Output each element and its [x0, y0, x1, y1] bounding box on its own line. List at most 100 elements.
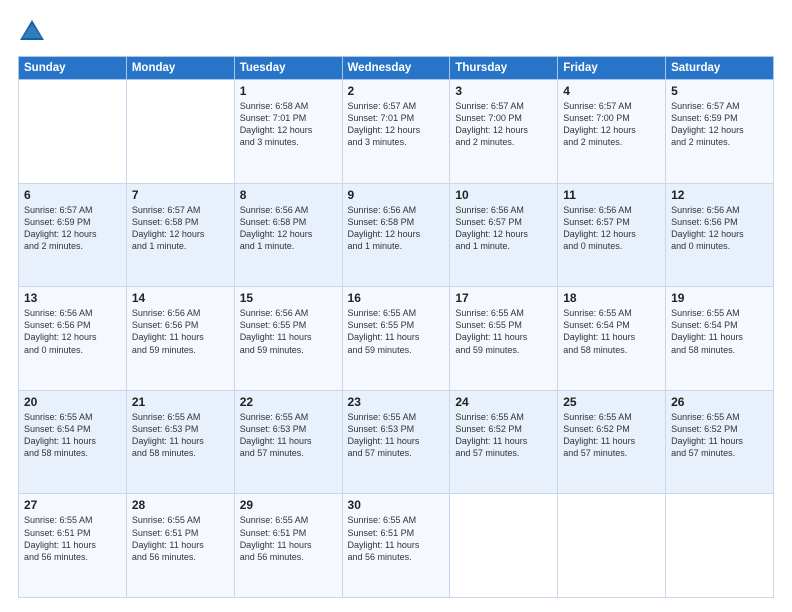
day-number: 16: [348, 291, 445, 305]
calendar-cell: [19, 80, 127, 184]
week-row-2: 6 Sunrise: 6:57 AM Sunset: 6:59 PM Daylig…: [19, 183, 774, 287]
day-info: Sunrise: 6:55 AM Sunset: 6:53 PM Dayligh…: [348, 411, 445, 460]
day-info: Sunrise: 6:56 AM Sunset: 6:58 PM Dayligh…: [240, 204, 337, 253]
weekday-header-sunday: Sunday: [19, 57, 127, 80]
day-info: Sunrise: 6:55 AM Sunset: 6:51 PM Dayligh…: [348, 514, 445, 563]
week-row-3: 13 Sunrise: 6:56 AM Sunset: 6:56 PM Dayli…: [19, 287, 774, 391]
weekday-header-tuesday: Tuesday: [234, 57, 342, 80]
week-row-4: 20Sunrise: 6:55 AM Sunset: 6:54 PM Dayli…: [19, 390, 774, 494]
day-number: 22: [240, 395, 337, 409]
day-number: 1: [240, 84, 337, 98]
day-info: Sunrise: 6:56 AM Sunset: 6:55 PM Dayligh…: [240, 307, 337, 356]
calendar-cell: 25 Sunrise: 6:55 AM Sunset: 6:52 PM Dayli…: [558, 390, 666, 494]
calendar-cell: [558, 494, 666, 598]
day-number: 9: [348, 188, 445, 202]
logo-icon: [18, 18, 46, 46]
calendar-cell: 15 Sunrise: 6:56 AM Sunset: 6:55 PM Dayli…: [234, 287, 342, 391]
weekday-header-row: SundayMondayTuesdayWednesdayThursdayFrid…: [19, 57, 774, 80]
day-number: 4: [563, 84, 660, 98]
day-number: 20: [24, 395, 121, 409]
day-number: 18: [563, 291, 660, 305]
day-info: Sunrise: 6:55 AM Sunset: 6:52 PM Dayligh…: [563, 411, 660, 460]
day-number: 14: [132, 291, 229, 305]
calendar-cell: 13Sunrise: 6:56 AM Sunset: 6:56 PM Dayli…: [19, 287, 127, 391]
day-info: Sunrise: 6:56 AM Sunset: 6:57 PM Dayligh…: [455, 204, 552, 253]
weekday-header-saturday: Saturday: [666, 57, 774, 80]
calendar-cell: 29Sunrise: 6:55 AM Sunset: 6:51 PM Dayli…: [234, 494, 342, 598]
day-number: 8: [240, 188, 337, 202]
calendar-cell: 30 Sunrise: 6:55 AM Sunset: 6:51 PM Dayli…: [342, 494, 450, 598]
calendar-table: SundayMondayTuesdayWednesdayThursdayFrid…: [18, 56, 774, 598]
day-number: 3: [455, 84, 552, 98]
calendar-cell: 17 Sunrise: 6:55 AM Sunset: 6:55 PM Dayli…: [450, 287, 558, 391]
day-info: Sunrise: 6:55 AM Sunset: 6:55 PM Dayligh…: [348, 307, 445, 356]
day-info: Sunrise: 6:55 AM Sunset: 6:54 PM Dayligh…: [563, 307, 660, 356]
calendar-cell: 14 Sunrise: 6:56 AM Sunset: 6:56 PM Dayli…: [126, 287, 234, 391]
day-number: 6: [24, 188, 121, 202]
calendar-cell: 19Sunrise: 6:55 AM Sunset: 6:54 PM Dayli…: [666, 287, 774, 391]
calendar-cell: 28 Sunrise: 6:55 AM Sunset: 6:51 PM Dayli…: [126, 494, 234, 598]
day-info: Sunrise: 6:56 AM Sunset: 6:58 PM Dayligh…: [348, 204, 445, 253]
day-number: 25: [563, 395, 660, 409]
day-number: 23: [348, 395, 445, 409]
day-number: 30: [348, 498, 445, 512]
day-number: 2: [348, 84, 445, 98]
weekday-header-monday: Monday: [126, 57, 234, 80]
day-info: Sunrise: 6:56 AM Sunset: 6:57 PM Dayligh…: [563, 204, 660, 253]
calendar-cell: 21Sunrise: 6:55 AM Sunset: 6:53 PM Dayli…: [126, 390, 234, 494]
day-number: 24: [455, 395, 552, 409]
day-info: Sunrise: 6:57 AM Sunset: 7:01 PM Dayligh…: [348, 100, 445, 149]
day-number: 5: [671, 84, 768, 98]
day-info: Sunrise: 6:57 AM Sunset: 6:59 PM Dayligh…: [671, 100, 768, 149]
day-number: 27: [24, 498, 121, 512]
day-info: Sunrise: 6:55 AM Sunset: 6:55 PM Dayligh…: [455, 307, 552, 356]
calendar-cell: 10Sunrise: 6:56 AM Sunset: 6:57 PM Dayli…: [450, 183, 558, 287]
day-number: 11: [563, 188, 660, 202]
day-info: Sunrise: 6:57 AM Sunset: 6:58 PM Dayligh…: [132, 204, 229, 253]
calendar-cell: [450, 494, 558, 598]
day-number: 19: [671, 291, 768, 305]
day-number: 17: [455, 291, 552, 305]
day-number: 13: [24, 291, 121, 305]
week-row-1: 1Sunrise: 6:58 AM Sunset: 7:01 PM Daylig…: [19, 80, 774, 184]
header: [18, 18, 774, 46]
day-info: Sunrise: 6:57 AM Sunset: 7:00 PM Dayligh…: [563, 100, 660, 149]
calendar-cell: 18 Sunrise: 6:55 AM Sunset: 6:54 PM Dayli…: [558, 287, 666, 391]
day-number: 15: [240, 291, 337, 305]
calendar-cell: 26Sunrise: 6:55 AM Sunset: 6:52 PM Dayli…: [666, 390, 774, 494]
day-number: 12: [671, 188, 768, 202]
calendar-cell: 11 Sunrise: 6:56 AM Sunset: 6:57 PM Dayli…: [558, 183, 666, 287]
calendar-cell: 6 Sunrise: 6:57 AM Sunset: 6:59 PM Daylig…: [19, 183, 127, 287]
week-row-5: 27 Sunrise: 6:55 AM Sunset: 6:51 PM Dayli…: [19, 494, 774, 598]
day-number: 7: [132, 188, 229, 202]
day-info: Sunrise: 6:57 AM Sunset: 7:00 PM Dayligh…: [455, 100, 552, 149]
calendar-cell: 24 Sunrise: 6:55 AM Sunset: 6:52 PM Dayli…: [450, 390, 558, 494]
weekday-header-wednesday: Wednesday: [342, 57, 450, 80]
day-info: Sunrise: 6:55 AM Sunset: 6:51 PM Dayligh…: [132, 514, 229, 563]
calendar-cell: 4 Sunrise: 6:57 AM Sunset: 7:00 PM Daylig…: [558, 80, 666, 184]
calendar-cell: 9 Sunrise: 6:56 AM Sunset: 6:58 PM Daylig…: [342, 183, 450, 287]
day-info: Sunrise: 6:56 AM Sunset: 6:56 PM Dayligh…: [671, 204, 768, 253]
calendar-cell: 7 Sunrise: 6:57 AM Sunset: 6:58 PM Daylig…: [126, 183, 234, 287]
logo: [18, 18, 48, 46]
day-number: 26: [671, 395, 768, 409]
calendar-cell: 12 Sunrise: 6:56 AM Sunset: 6:56 PM Dayli…: [666, 183, 774, 287]
calendar-cell: 20Sunrise: 6:55 AM Sunset: 6:54 PM Dayli…: [19, 390, 127, 494]
weekday-header-thursday: Thursday: [450, 57, 558, 80]
day-info: Sunrise: 6:55 AM Sunset: 6:53 PM Dayligh…: [132, 411, 229, 460]
calendar-cell: 27Sunrise: 6:55 AM Sunset: 6:51 PM Dayli…: [19, 494, 127, 598]
day-number: 29: [240, 498, 337, 512]
day-info: Sunrise: 6:57 AM Sunset: 6:59 PM Dayligh…: [24, 204, 121, 253]
day-info: Sunrise: 6:56 AM Sunset: 6:56 PM Dayligh…: [132, 307, 229, 356]
day-number: 28: [132, 498, 229, 512]
calendar-cell: [666, 494, 774, 598]
calendar-cell: 8 Sunrise: 6:56 AM Sunset: 6:58 PM Daylig…: [234, 183, 342, 287]
calendar-cell: 23 Sunrise: 6:55 AM Sunset: 6:53 PM Dayli…: [342, 390, 450, 494]
day-info: Sunrise: 6:55 AM Sunset: 6:53 PM Dayligh…: [240, 411, 337, 460]
calendar-cell: [126, 80, 234, 184]
calendar-cell: 5 Sunrise: 6:57 AM Sunset: 6:59 PM Daylig…: [666, 80, 774, 184]
calendar-cell: 3 Sunrise: 6:57 AM Sunset: 7:00 PM Daylig…: [450, 80, 558, 184]
page: SundayMondayTuesdayWednesdayThursdayFrid…: [0, 0, 792, 612]
calendar-cell: 2 Sunrise: 6:57 AM Sunset: 7:01 PM Daylig…: [342, 80, 450, 184]
day-info: Sunrise: 6:55 AM Sunset: 6:52 PM Dayligh…: [455, 411, 552, 460]
